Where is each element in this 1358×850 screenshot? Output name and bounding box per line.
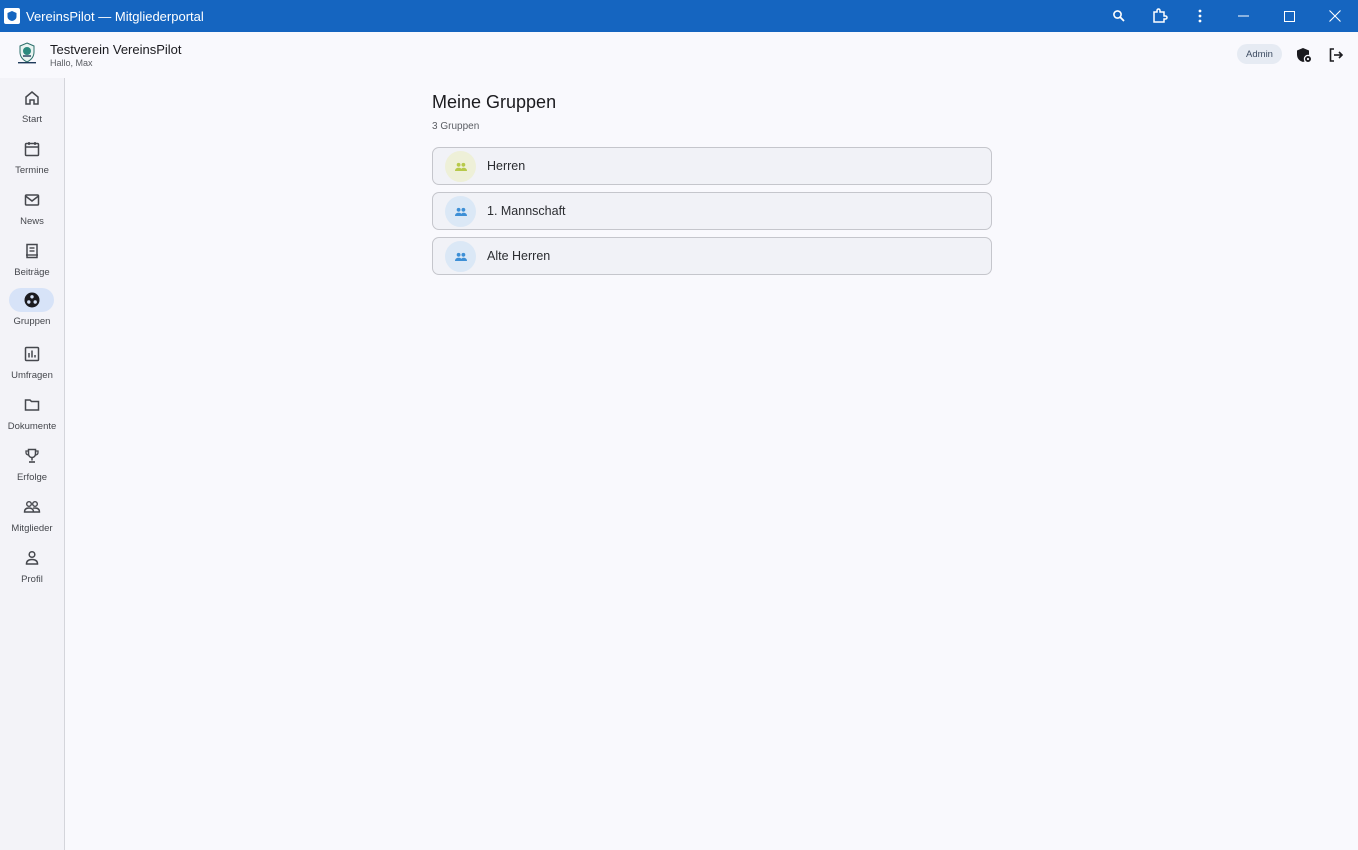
- sidebar-item-start[interactable]: Start: [0, 86, 64, 134]
- club-logo-icon: [16, 41, 38, 65]
- receipt-icon: [9, 239, 54, 263]
- sidebar-item-label: Erfolge: [16, 472, 48, 483]
- maximize-icon[interactable]: [1266, 0, 1312, 32]
- sidebar-item-gruppen[interactable]: Gruppen: [0, 288, 64, 336]
- group-icon: [454, 207, 467, 216]
- logout-icon[interactable]: [1326, 45, 1346, 65]
- group-avatar: [445, 241, 476, 272]
- sidebar-item-label: Umfragen: [11, 370, 53, 381]
- sidebar-item-termine[interactable]: Termine: [0, 137, 64, 185]
- sidebar-item-mitglieder[interactable]: Mitglieder: [0, 495, 64, 543]
- sidebar-item-label: Profil: [21, 574, 43, 585]
- user-greeting: Hallo, Max: [50, 58, 93, 68]
- role-badge: Admin: [1237, 44, 1282, 64]
- sidebar-item-erfolge[interactable]: Erfolge: [0, 444, 64, 492]
- group-name: 1. Mannschaft: [487, 204, 566, 218]
- app-header: Testverein VereinsPilot Hallo, Max Admin: [0, 32, 1358, 78]
- sidebar-item-label: Dokumente: [7, 421, 57, 432]
- groups-icon: [9, 288, 54, 312]
- person-icon: [9, 546, 54, 570]
- group-card-1-mannschaft[interactable]: 1. Mannschaft: [432, 192, 992, 230]
- sidebar-item-label: Beiträge: [14, 267, 50, 278]
- admin-shield-icon[interactable]: [1294, 45, 1314, 65]
- group-name: Alte Herren: [487, 249, 551, 263]
- sidebar-item-umfragen[interactable]: Umfragen: [0, 342, 64, 390]
- more-vert-icon[interactable]: [1180, 0, 1220, 32]
- sidebar-item-beitraege[interactable]: Beiträge: [0, 239, 64, 287]
- sidebar-item-profil[interactable]: Profil: [0, 546, 64, 594]
- sidebar-item-news[interactable]: News: [0, 188, 64, 236]
- members-icon: [9, 495, 54, 519]
- sidebar-item-dokumente[interactable]: Dokumente: [0, 393, 64, 441]
- club-name: Testverein VereinsPilot: [50, 42, 182, 57]
- sidebar-item-label: News: [20, 216, 44, 227]
- page-title: Meine Gruppen: [432, 92, 557, 112]
- extensions-icon[interactable]: [1140, 0, 1180, 32]
- group-count: 3 Gruppen: [432, 121, 480, 132]
- window-title: VereinsPilot — Mitgliederportal: [26, 8, 204, 24]
- window-titlebar: VereinsPilot — Mitgliederportal: [0, 0, 1358, 32]
- group-name: Herren: [487, 159, 526, 173]
- sidebar-nav: Start Termine News Beiträge Gruppen Umfr…: [0, 78, 65, 850]
- sidebar-item-label: Termine: [15, 165, 49, 176]
- group-icon: [454, 252, 467, 261]
- group-icon: [454, 162, 467, 171]
- sidebar-item-label: Gruppen: [13, 316, 51, 327]
- group-avatar: [445, 151, 476, 182]
- zoom-icon[interactable]: [1099, 0, 1139, 32]
- folder-icon: [9, 393, 54, 417]
- mail-icon: [9, 188, 54, 212]
- group-avatar: [445, 196, 476, 227]
- minimize-icon[interactable]: [1220, 0, 1266, 32]
- close-icon[interactable]: [1312, 0, 1358, 32]
- app-icon: [4, 8, 20, 24]
- trophy-icon: [9, 444, 54, 468]
- home-icon: [9, 86, 54, 110]
- group-card-alte-herren[interactable]: Alte Herren: [432, 237, 992, 275]
- sidebar-item-label: Start: [21, 114, 43, 125]
- group-card-herren[interactable]: Herren: [432, 147, 992, 185]
- poll-icon: [9, 342, 54, 366]
- sidebar-item-label: Mitglieder: [11, 523, 53, 534]
- calendar-icon: [9, 137, 54, 161]
